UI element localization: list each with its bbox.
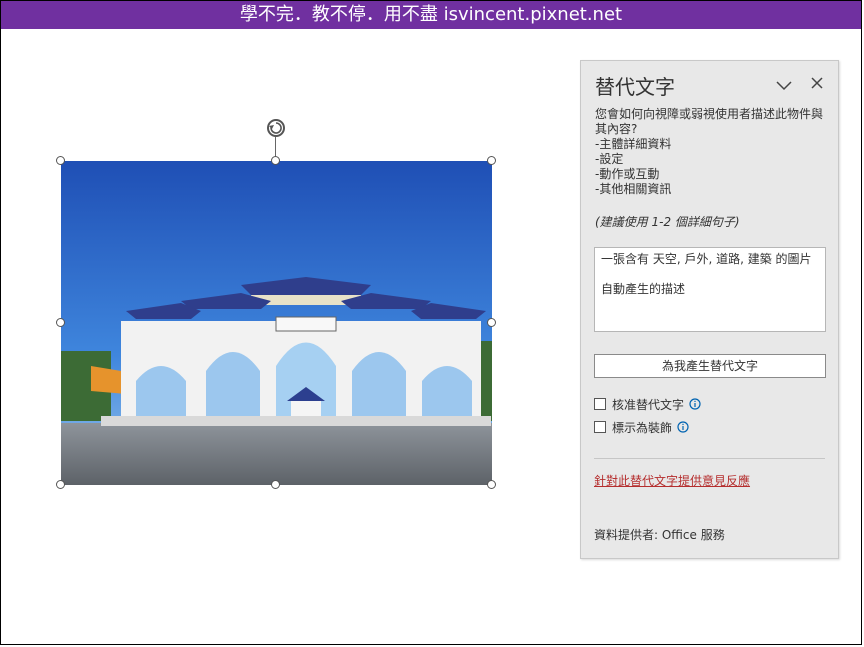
- resize-handle-top[interactable]: [271, 156, 280, 165]
- pane-title: 替代文字: [595, 75, 675, 99]
- rotate-handle-stem: [275, 137, 276, 157]
- bullet-item: -其他相關資訊: [595, 182, 672, 196]
- watermark-banner: 學不完．教不停．用不盡 isvincent.pixnet.net: [1, 1, 861, 29]
- bullet-item: -動作或互動: [595, 167, 660, 181]
- generate-alt-text-button[interactable]: 為我產生替代文字: [594, 354, 826, 378]
- pane-instructions: 您會如何向視障或弱視使用者描述此物件與 其內容? -主體詳細資料 -設定 -動作…: [595, 107, 829, 197]
- divider: [594, 458, 825, 459]
- info-icon[interactable]: [689, 398, 701, 410]
- question-line: 您會如何向視障或弱視使用者描述此物件與: [595, 107, 824, 121]
- resize-handle-left[interactable]: [56, 318, 65, 327]
- rotate-icon[interactable]: [265, 117, 287, 139]
- archway-photo[interactable]: [61, 161, 492, 485]
- resize-handle-bottom-right[interactable]: [487, 480, 496, 489]
- close-icon[interactable]: [809, 75, 825, 91]
- decorative-label: 標示為裝飾: [612, 420, 673, 435]
- question-line: 其內容?: [595, 122, 638, 136]
- chevron-down-icon[interactable]: [775, 77, 793, 91]
- alt-text-input[interactable]: 一張含有 天空, 戶外, 道路, 建築 的圖片 自動產生的描述: [594, 247, 826, 332]
- approve-alt-text-row[interactable]: 核准替代文字: [594, 396, 701, 412]
- bullet-item: -設定: [595, 152, 624, 166]
- info-icon[interactable]: [677, 421, 689, 433]
- approve-label: 核准替代文字: [612, 397, 685, 412]
- provider-text: 資料提供者: Office 服務: [594, 528, 725, 542]
- alt-text-line: 自動產生的描述: [601, 282, 686, 296]
- resize-handle-top-left[interactable]: [56, 156, 65, 165]
- pane-hint: (建議使用 1-2 個詳細句子): [595, 215, 740, 229]
- decorative-checkbox[interactable]: [594, 421, 606, 433]
- alt-text-pane: 替代文字 您會如何向視障或弱視使用者描述此物件與 其內容? -主體詳細資料 -設…: [580, 60, 839, 559]
- alt-text-line: 一張含有 天空, 戶外, 道路, 建築 的圖片: [601, 252, 812, 266]
- approve-checkbox[interactable]: [594, 398, 606, 410]
- resize-handle-top-right[interactable]: [487, 156, 496, 165]
- resize-handle-bottom[interactable]: [271, 480, 280, 489]
- selected-image[interactable]: [56, 119, 496, 489]
- resize-handle-bottom-left[interactable]: [56, 480, 65, 489]
- mark-decorative-row[interactable]: 標示為裝飾: [594, 419, 689, 435]
- feedback-link[interactable]: 針對此替代文字提供意見反應: [594, 472, 750, 489]
- bullet-item: -主體詳細資料: [595, 137, 672, 151]
- resize-handle-right[interactable]: [487, 318, 496, 327]
